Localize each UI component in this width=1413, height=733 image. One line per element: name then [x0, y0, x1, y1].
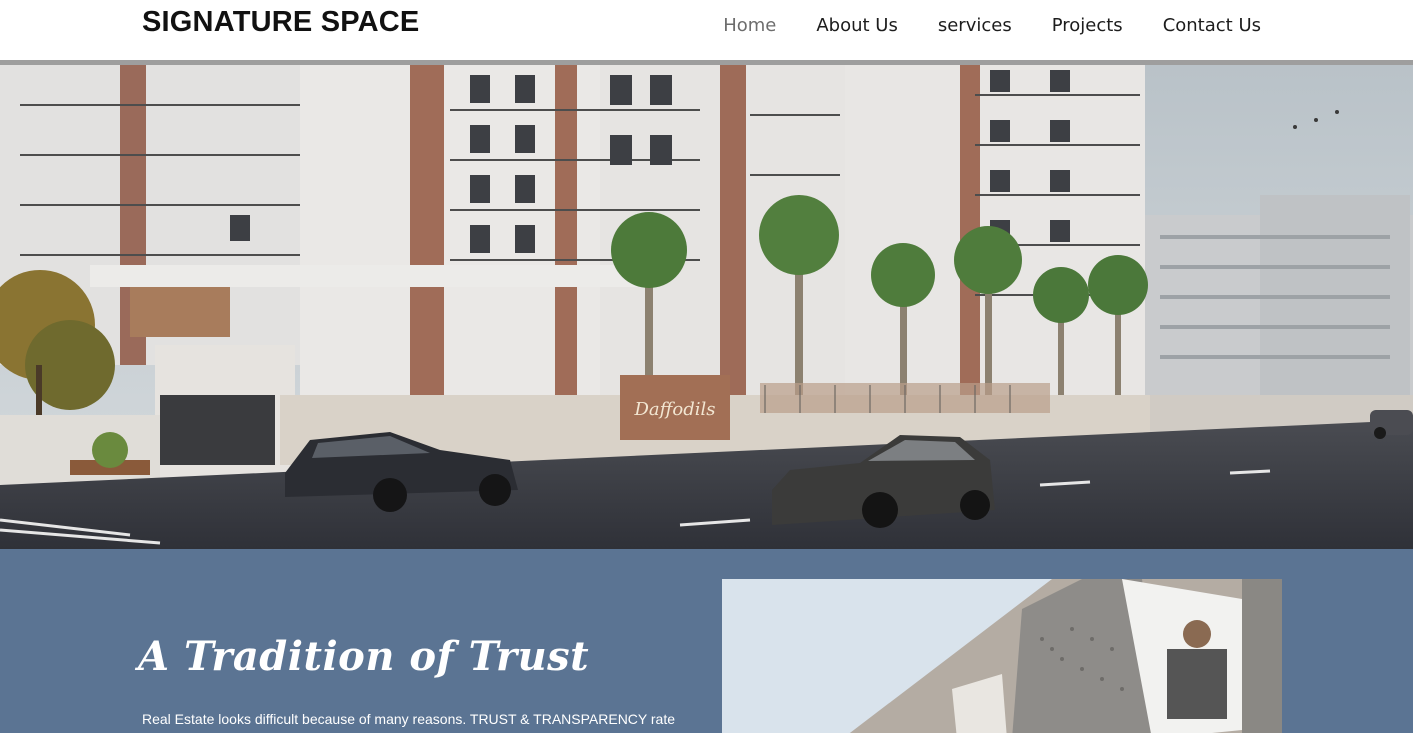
- nav-about-us[interactable]: About Us: [816, 15, 898, 36]
- hero-signage-text: Daffodils: [633, 399, 715, 420]
- site-header: SIGNATURE SPACE Home About Us services P…: [0, 0, 1413, 60]
- hero-illustration: Daffodils: [0, 65, 1413, 549]
- nav-services[interactable]: services: [938, 15, 1012, 36]
- section-title: A Tradition of Trust: [138, 633, 590, 680]
- about-section: A Tradition of Trust Real Estate looks d…: [0, 549, 1413, 733]
- nav-projects[interactable]: Projects: [1052, 15, 1123, 36]
- section-body-text: Real Estate looks difficult because of m…: [142, 711, 676, 727]
- nav-home[interactable]: Home: [723, 15, 776, 36]
- hero-banner-image: Daffodils: [0, 65, 1413, 549]
- featured-building-image: [722, 579, 1282, 733]
- site-logo[interactable]: SIGNATURE SPACE: [142, 6, 419, 39]
- main-nav: Home About Us services Projects Contact …: [723, 15, 1261, 36]
- nav-contact-us[interactable]: Contact Us: [1163, 15, 1261, 36]
- building-illustration: [722, 579, 1282, 733]
